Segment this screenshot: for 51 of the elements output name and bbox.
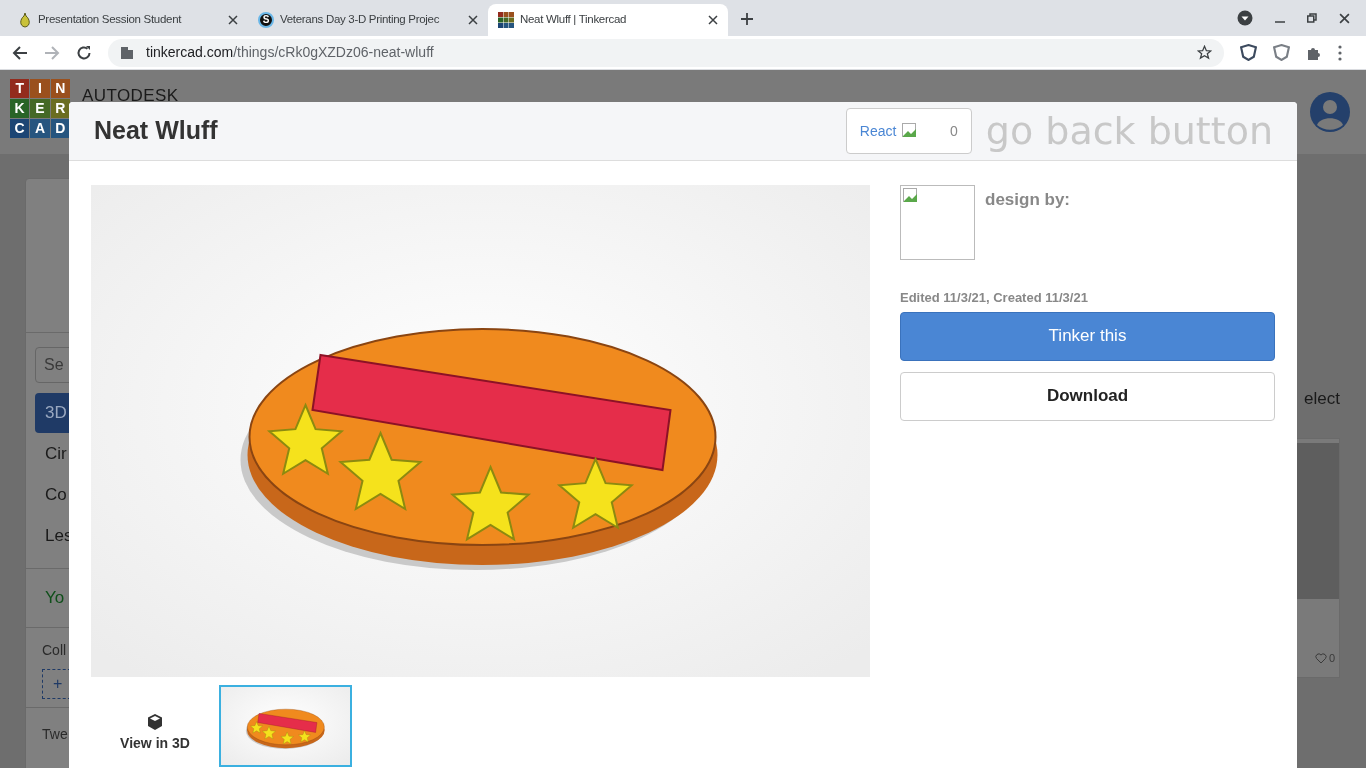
shield-icon[interactable] xyxy=(1273,44,1290,61)
tab-favicon: S xyxy=(258,12,274,28)
address-bar[interactable]: tinkercad.com/things/cRk0gXZDz06-neat-wluff xyxy=(108,38,1224,67)
dropdown-icon[interactable] xyxy=(1237,10,1253,26)
logo-tile: T xyxy=(10,78,30,98)
shield-icon[interactable] xyxy=(1240,44,1257,61)
react-count: 0 xyxy=(950,121,958,141)
logo-tile: I xyxy=(30,78,50,98)
logo-tile: A xyxy=(30,118,50,138)
tinkercad-logo[interactable]: T I N K E R C A D xyxy=(10,78,70,138)
logo-tile: N xyxy=(50,78,70,98)
section-label: Coll xyxy=(42,640,68,660)
view-3d-button[interactable]: View in 3D xyxy=(91,685,219,767)
close-icon[interactable] xyxy=(228,15,238,25)
tab-title: Veterans Day 3-D Printing Projec xyxy=(280,12,441,28)
close-icon[interactable] xyxy=(708,15,718,25)
download-button[interactable]: Download xyxy=(900,371,1275,421)
browser-tab[interactable]: S Veterans Day 3-D Printing Projec xyxy=(248,4,488,36)
broken-image-icon xyxy=(903,188,919,204)
grid-icon xyxy=(498,12,514,28)
cube-icon xyxy=(146,712,164,731)
logo-tile: C xyxy=(10,118,30,138)
logo-tile: K xyxy=(10,98,30,118)
building-icon xyxy=(120,45,134,60)
close-icon[interactable] xyxy=(468,15,478,25)
pear-icon xyxy=(18,12,32,28)
new-tab-icon[interactable] xyxy=(740,12,754,26)
tinker-this-button[interactable]: Tinker this xyxy=(900,311,1275,361)
dates-text: Edited 11/3/21, Created 11/3/21 xyxy=(900,289,1089,307)
browser-tab[interactable]: Presentation Session Student xyxy=(8,4,248,36)
reload-icon[interactable] xyxy=(76,44,92,61)
heart-icon xyxy=(1314,652,1327,664)
logo-tile: R xyxy=(50,98,70,118)
url-text: tinkercad.com/things/cRk0gXZDz06-neat-wluff xyxy=(146,43,435,62)
menu-icon[interactable] xyxy=(1338,44,1342,61)
avatar-icon[interactable] xyxy=(1310,92,1350,132)
logo-tile: E xyxy=(30,98,50,118)
design-by-label: design by: xyxy=(985,189,1070,211)
back-arrow-icon[interactable] xyxy=(12,44,28,61)
modal-title: Neat Wluff xyxy=(94,115,219,147)
brand-wordmark: AUTODESK xyxy=(82,86,179,104)
star-icon[interactable] xyxy=(1197,45,1212,60)
close-icon[interactable] xyxy=(1339,12,1350,24)
browser-tab[interactable]: Neat Wluff | Tinkercad xyxy=(488,4,728,36)
tab-title: Presentation Session Student xyxy=(38,12,183,28)
section-label: Twe xyxy=(42,725,68,742)
broken-image-icon xyxy=(902,123,919,139)
logo-tile: D xyxy=(50,118,70,138)
tab-title: Neat Wluff | Tinkercad xyxy=(520,12,628,28)
react-button[interactable]: React 0 xyxy=(845,108,972,154)
restore-icon[interactable] xyxy=(1307,13,1317,23)
